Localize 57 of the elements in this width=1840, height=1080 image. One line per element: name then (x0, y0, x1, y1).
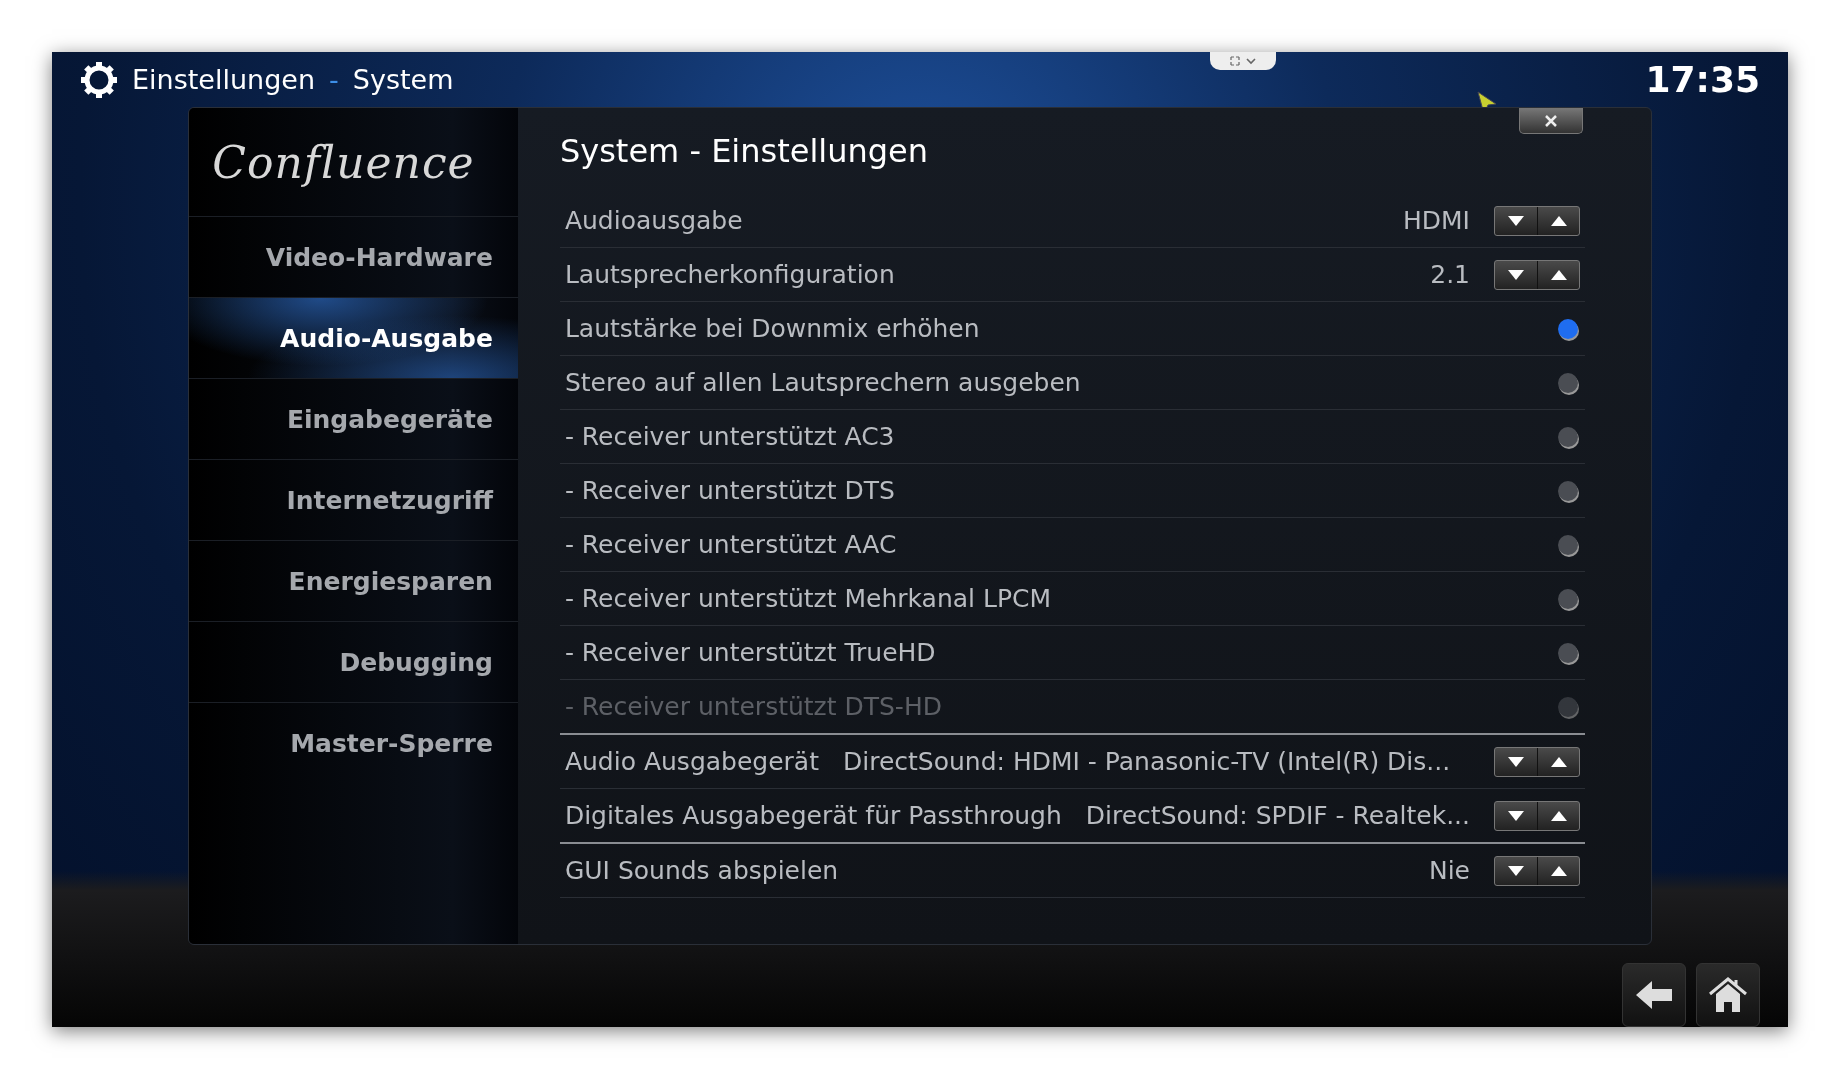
radio-toggle[interactable] (1558, 588, 1578, 609)
window-controls-tab[interactable] (1210, 52, 1276, 70)
radio-toggle[interactable] (1558, 372, 1578, 393)
home-icon (1708, 976, 1748, 1014)
back-arrow-icon (1634, 979, 1674, 1011)
chevron-down-icon (1246, 57, 1256, 65)
setting-label[interactable]: - Receiver unterstützt AC3 (564, 422, 895, 451)
close-button[interactable] (1519, 108, 1583, 134)
gear-icon (80, 60, 118, 99)
setting-value: DirectSound: SPDIF - Realtek... (1085, 801, 1470, 830)
setting-label[interactable]: Audio Ausgabegerät (564, 747, 819, 776)
sidebar-item[interactable]: Internetzugriff (189, 459, 518, 540)
logo: Confluence (211, 135, 476, 190)
clock: 17:35 (1645, 59, 1760, 100)
down-arrow-icon (1507, 755, 1525, 768)
setting-label[interactable]: Lautstärke bei Downmix erhöhen (564, 314, 980, 343)
screen-subtitle: System (352, 64, 454, 95)
radio-toggle[interactable] (1558, 426, 1578, 447)
screen-title: Einstellungen (132, 64, 316, 95)
title-separator: - (329, 64, 339, 95)
radio-toggle[interactable] (1558, 534, 1578, 555)
setting-value: 2.1 (1430, 260, 1470, 289)
setting-label[interactable]: Lautsprecherkonfiguration (564, 260, 895, 289)
setting-label[interactable]: Stereo auf allen Lautsprechern ausgeben (564, 368, 1081, 397)
sidebar-item[interactable]: Debugging (189, 621, 518, 702)
setting-label[interactable]: Audioausgabe (564, 206, 743, 235)
sidebar-item[interactable]: Energiesparen (189, 540, 518, 621)
sidebar-item[interactable]: Master-Sperre (189, 702, 518, 783)
setting-value: Nie (1428, 856, 1470, 885)
setting-value: DirectSound: HDMI - Panasonic-TV (Intel(R) Dis... (843, 747, 1451, 776)
up-arrow-icon (1549, 755, 1568, 768)
up-arrow-icon (1549, 268, 1568, 281)
sidebar-item[interactable]: Video-Hardware (189, 216, 518, 297)
setting-label[interactable]: - Receiver unterstützt Mehrkanal LPCM (564, 584, 1051, 613)
down-arrow-icon (1507, 214, 1525, 227)
radio-toggle[interactable] (1558, 642, 1578, 663)
setting-label[interactable]: Digitales Ausgabegerät für Passthrough (564, 801, 1062, 830)
back-button[interactable] (1622, 963, 1686, 1027)
radio-toggle[interactable] (1558, 480, 1578, 501)
down-arrow-icon (1507, 809, 1525, 822)
down-arrow-icon (1507, 268, 1525, 281)
setting-value: HDMI (1403, 206, 1470, 235)
sidebar-item[interactable]: Eingabegeräte (189, 378, 518, 459)
setting-label[interactable]: - Receiver unterstützt TrueHD (564, 638, 936, 667)
close-icon (1544, 113, 1558, 128)
setting-label[interactable]: - Receiver unterstützt DTS (564, 476, 895, 505)
setting-label[interactable]: GUI Sounds abspielen (564, 856, 839, 885)
sidebar-item[interactable]: Audio-Ausgabe (189, 297, 518, 378)
down-arrow-icon (1507, 864, 1525, 877)
dialog-title: System - Einstellungen (559, 131, 929, 172)
expand-icon (1230, 56, 1240, 66)
up-arrow-icon (1549, 864, 1568, 877)
setting-label[interactable]: - Receiver unterstützt AAC (564, 530, 897, 559)
radio-toggle[interactable] (1558, 318, 1578, 339)
up-arrow-icon (1549, 809, 1568, 822)
home-button[interactable] (1696, 963, 1760, 1027)
up-arrow-icon (1549, 214, 1568, 227)
